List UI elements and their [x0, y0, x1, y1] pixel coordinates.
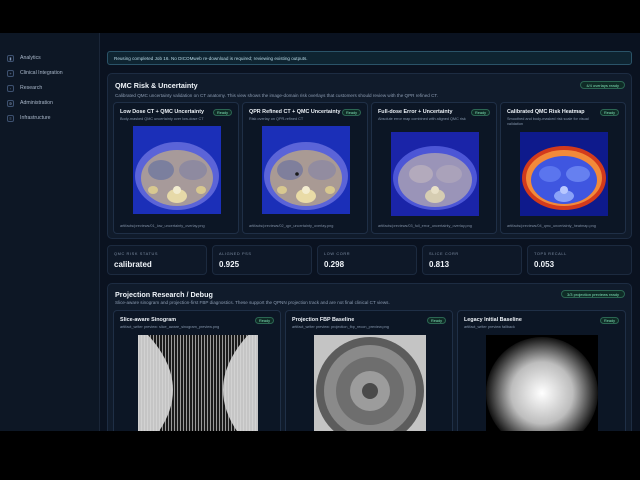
card-description: Body-masked QMC uncertainty over low-dos… — [120, 117, 204, 121]
metric-label: SLICE CORR — [429, 251, 459, 256]
panel-subtitle: Slice-aware sinogram and projection-firs… — [115, 300, 390, 305]
card-title: Calibrated QMC Risk Heatmap — [507, 109, 585, 115]
status-badge: Ready — [342, 109, 361, 116]
card-description: artifact_writer preview: slice_aware_sin… — [120, 325, 220, 329]
card-description: artifact_writer preview: projection_fbp_… — [292, 325, 389, 329]
flask-icon: ◦ — [7, 84, 14, 92]
projection-research-panel: Projection Research / Debug Slice-aware … — [107, 283, 632, 431]
overlay-card-low-dose[interactable]: Low Dose CT + QMC Uncertainty Ready Body… — [113, 102, 239, 234]
overlay-card-qpr-refined[interactable]: QPR Refined CT + QMC Uncertainty Ready R… — [242, 102, 368, 234]
qpr-refined-overlay-image[interactable] — [262, 126, 350, 214]
gear-icon: ✲ — [7, 99, 14, 107]
projection-card-legacy-baseline[interactable]: Legacy Initial Baseline Ready artifact_w… — [457, 310, 626, 431]
full-dose-error-overlay-image[interactable] — [391, 132, 479, 216]
overlay-card-full-dose-error[interactable]: Full-dose Error + Uncertainty Ready Abso… — [371, 102, 497, 234]
panel-title: QMC Risk & Uncertainty — [115, 81, 198, 90]
metric-value: 0.925 — [219, 260, 240, 269]
projection-card-sinogram[interactable]: Slice-aware Sinogram Ready artifact_writ… — [113, 310, 281, 431]
sidebar-item-infrastructure[interactable]: ≡ Infrastructure — [4, 111, 95, 125]
card-title: Legacy Initial Baseline — [464, 317, 522, 323]
metric-value: 0.053 — [534, 260, 555, 269]
card-title: QPR Refined CT + QMC Uncertainty — [249, 109, 341, 115]
fbp-baseline-image[interactable] — [314, 335, 426, 431]
card-description: Smoothed and body-masked risk scale for … — [507, 117, 589, 126]
card-title: Projection FBP Baseline — [292, 317, 355, 323]
card-title: Slice-aware Sinogram — [120, 317, 177, 323]
metrics-row: QMC RISK STATUS calibrated ALIGNED PSS 0… — [107, 245, 632, 275]
metric-value: 0.813 — [429, 260, 450, 269]
panel-subtitle: Calibrated QMC uncertainty validation on… — [115, 93, 438, 98]
sinogram-image[interactable] — [138, 335, 258, 431]
sidebar-item-administration[interactable]: ✲ Administration — [4, 96, 95, 110]
status-badge: Ready — [471, 109, 490, 116]
panel-title: Projection Research / Debug — [115, 290, 213, 299]
sidebar-item-clinical-integration[interactable]: + Clinical Integration — [4, 66, 95, 80]
sidebar-item-analytics[interactable]: ▮ Analytics — [4, 51, 95, 65]
chart-icon: ▮ — [7, 54, 14, 62]
card-title: Full-dose Error + Uncertainty — [378, 109, 453, 115]
sidebar-item-research[interactable]: ◦ Research — [4, 81, 95, 95]
metric-label: ALIGNED PSS — [219, 251, 252, 256]
artifact-path: artifacts/previews/04_qmc_uncertainty_he… — [507, 224, 596, 228]
projection-card-fbp-baseline[interactable]: Projection FBP Baseline Ready artifact_w… — [285, 310, 453, 431]
sidebar-item-label: Administration — [20, 100, 53, 106]
card-description: Risk overlay on QPR-refined CT — [249, 117, 304, 121]
status-badge: Ready — [255, 317, 274, 324]
metric-low-corr: LOW CORR 0.298 — [317, 245, 417, 275]
metric-value: calibrated — [114, 260, 152, 269]
sidebar-item-label: Research — [20, 85, 43, 91]
server-icon: ≡ — [7, 114, 14, 122]
reuse-notice: Reusing completed Job 16. No DICOMweb re… — [107, 51, 632, 65]
metric-qmc-risk-status: QMC RISK STATUS calibrated — [107, 245, 207, 275]
legacy-baseline-image[interactable] — [486, 335, 598, 431]
metric-top5-recall: TOP5 RECALL 0.053 — [527, 245, 632, 275]
artifact-path: artifacts/previews/01_low_uncertainty_ov… — [120, 224, 205, 228]
metric-label: TOP5 RECALL — [534, 251, 567, 256]
low-dose-overlay-image[interactable] — [133, 126, 221, 214]
sidebar-item-label: Analytics — [20, 55, 41, 61]
overlays-ready-badge: 4/4 overlays ready — [580, 81, 625, 89]
artifact-path: artifacts/previews/02_qpr_uncertainty_ov… — [249, 224, 334, 228]
status-badge: Ready — [213, 109, 232, 116]
metric-aligned-pss: ALIGNED PSS 0.925 — [212, 245, 312, 275]
bottom-letterbox — [0, 431, 640, 480]
sidebar: ▮ Analytics + Clinical Integration ◦ Res… — [0, 33, 100, 431]
metric-label: QMC RISK STATUS — [114, 251, 159, 256]
status-badge: Ready — [427, 317, 446, 324]
overlay-card-risk-heatmap[interactable]: Calibrated QMC Risk Heatmap Ready Smooth… — [500, 102, 626, 234]
main-content: Reusing completed Job 16. No DICOMweb re… — [100, 33, 640, 431]
metric-value: 0.298 — [324, 260, 345, 269]
sidebar-item-label: Infrastructure — [20, 115, 51, 121]
sidebar-item-label: Clinical Integration — [20, 70, 63, 76]
status-badge: Ready — [600, 109, 619, 116]
hospital-icon: + — [7, 69, 14, 77]
metric-label: LOW CORR — [324, 251, 351, 256]
qmc-risk-panel: QMC Risk & Uncertainty Calibrated QMC un… — [107, 73, 632, 239]
notice-text: Reusing completed Job 16. No DICOMweb re… — [114, 55, 308, 61]
metric-slice-corr: SLICE CORR 0.813 — [422, 245, 522, 275]
projection-ready-badge: 3/3 projection previews ready — [560, 290, 625, 298]
card-description: Absolute error map combined with aligned… — [378, 117, 466, 121]
status-badge: Ready — [600, 317, 619, 324]
risk-heatmap-image[interactable] — [520, 132, 608, 216]
card-description: artifact_writer preview fallback — [464, 325, 515, 329]
artifact-path: artifacts/previews/03_full_error_uncerta… — [378, 224, 472, 228]
card-title: Low Dose CT + QMC Uncertainty — [120, 109, 205, 115]
